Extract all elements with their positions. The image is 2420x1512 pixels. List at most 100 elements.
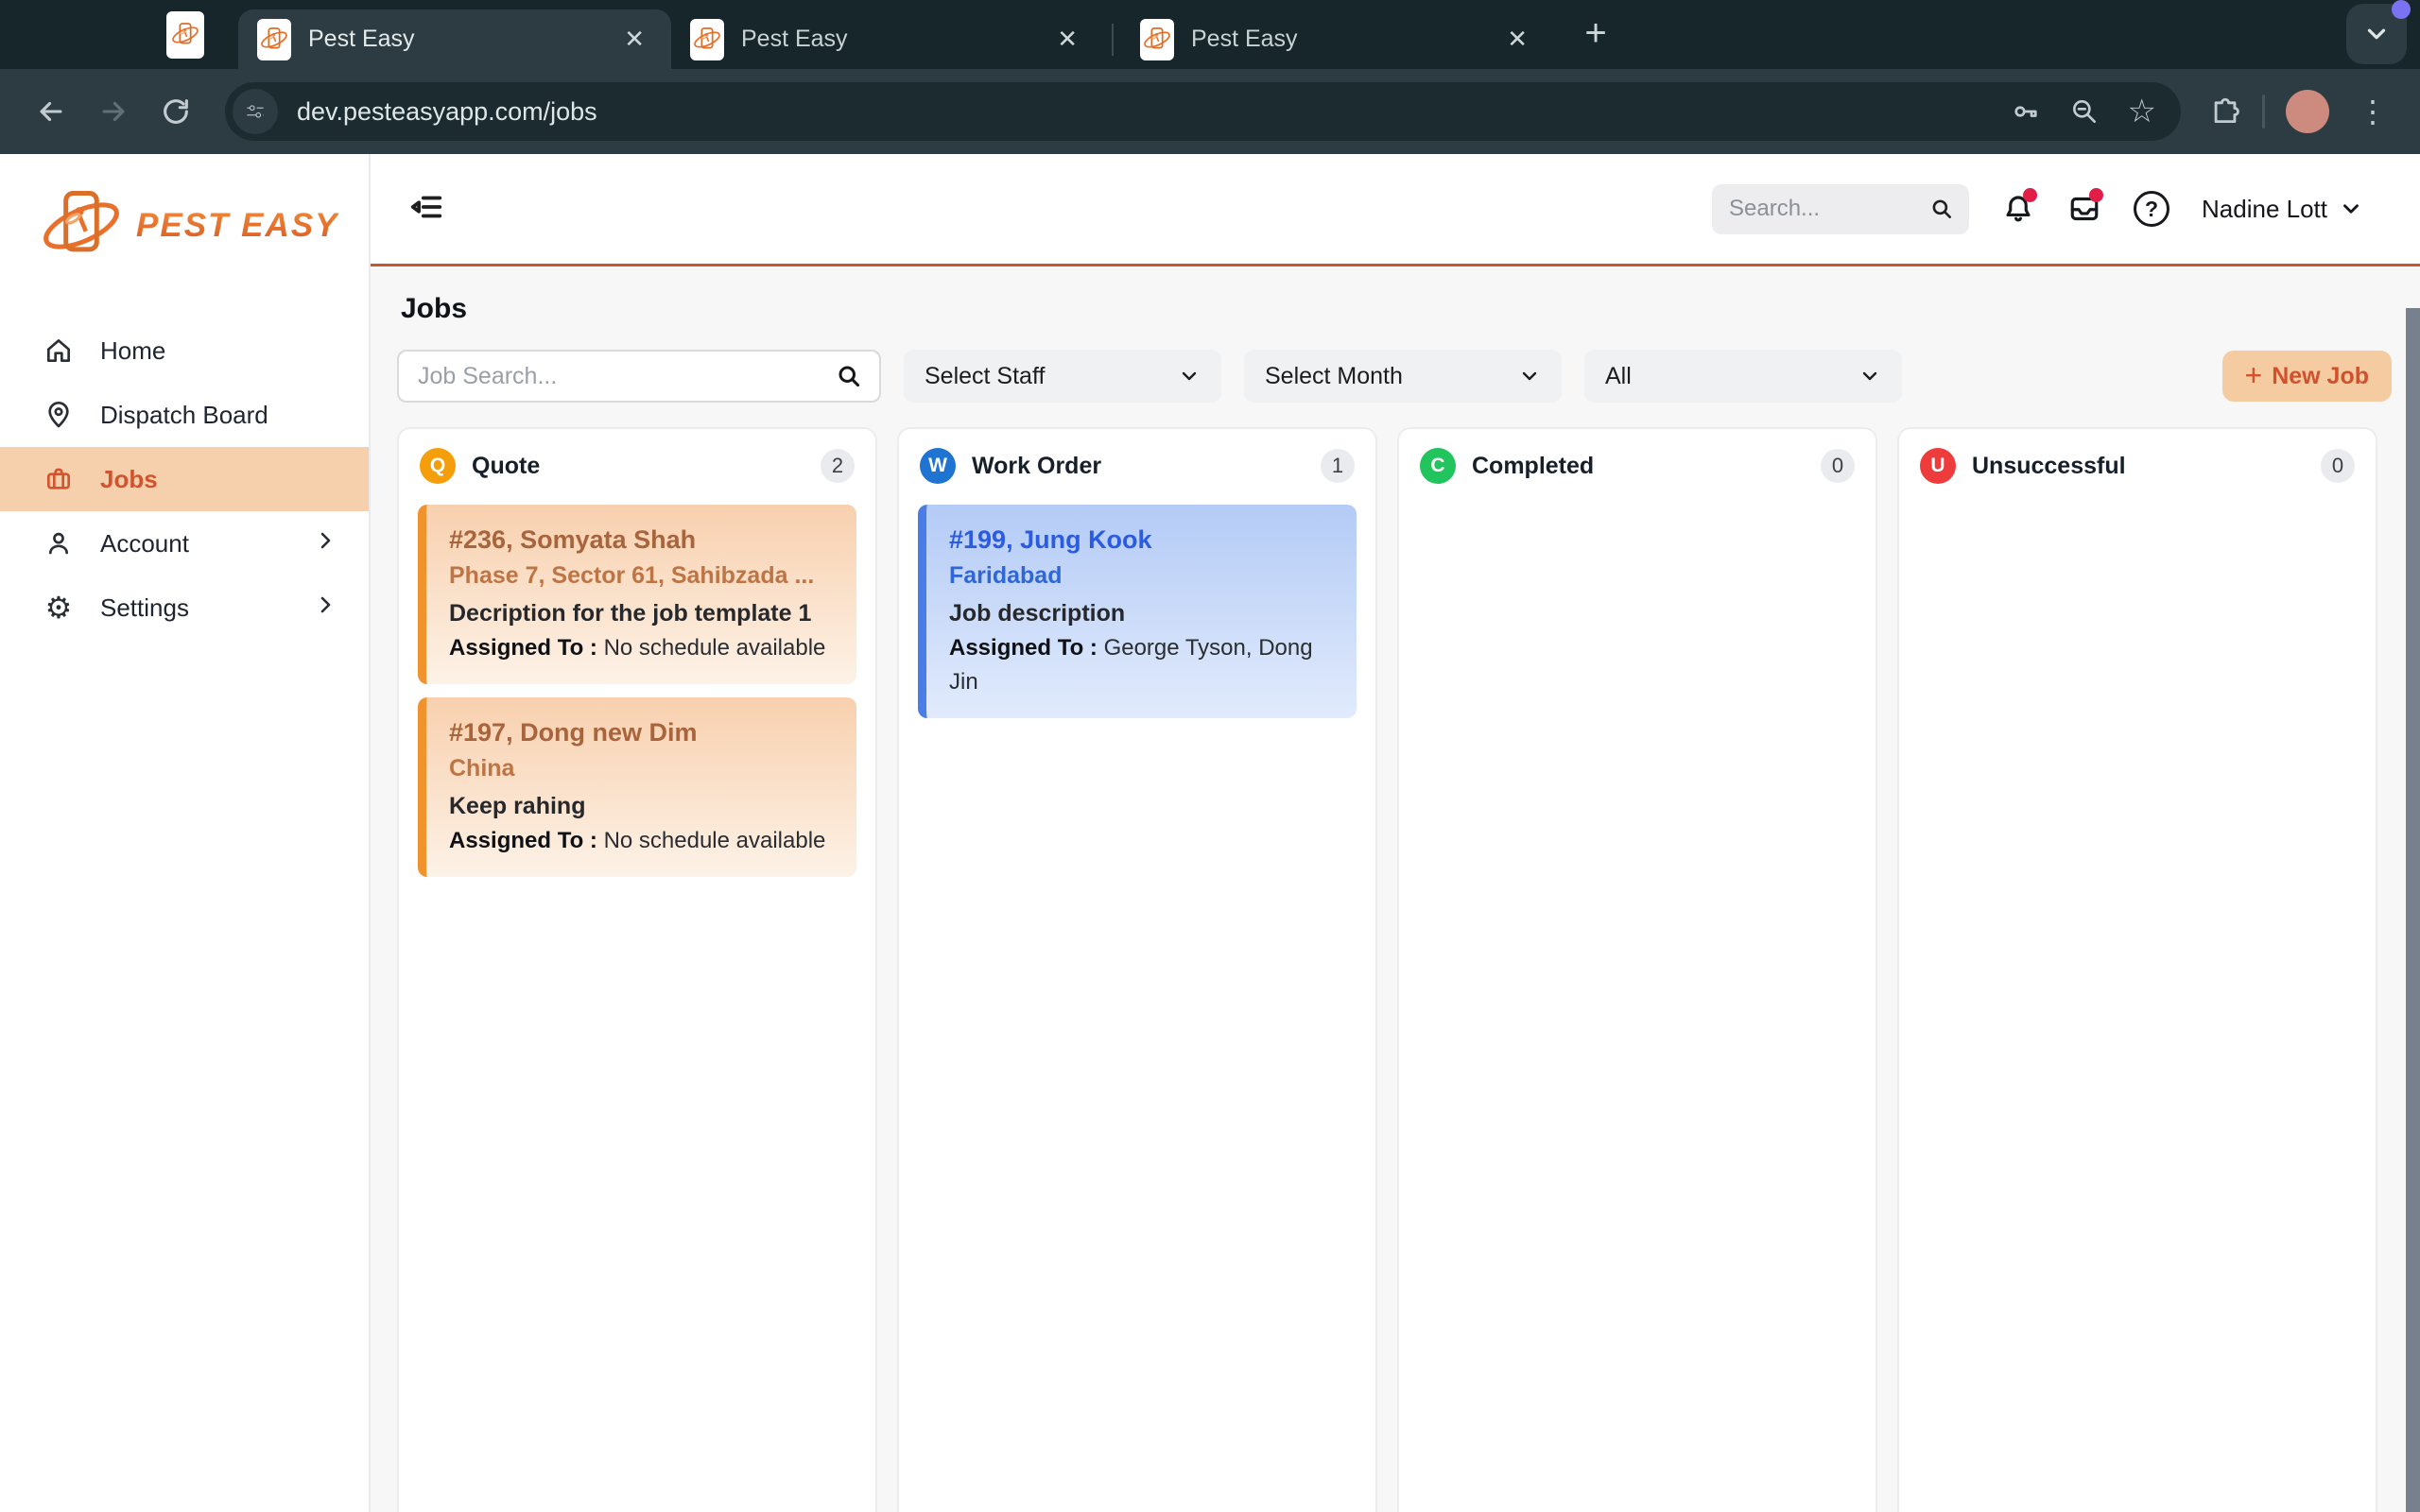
chevron-down-icon [1518, 365, 1541, 387]
pinned-tab[interactable] [166, 11, 204, 59]
search-icon[interactable] [836, 363, 862, 389]
chevron-down-icon [2362, 20, 2391, 48]
close-tab-icon[interactable]: ✕ [618, 25, 650, 54]
column-cards [1399, 499, 1876, 524]
zoom-out-icon[interactable] [2069, 96, 2100, 127]
work-order-badge-icon: W [920, 448, 956, 484]
kanban-column-quote: Q Quote 2 #236, Somyata Shah Phase 7, Se… [397, 427, 877, 1512]
home-icon [43, 335, 74, 366]
reload-button[interactable] [149, 85, 202, 138]
browser-toolbar: dev.pesteasyapp.com/jobs ☆ ⋮ [0, 69, 2420, 154]
browser-window: Pest Easy ✕ Pest Easy ✕ Pest Easy ✕ + [0, 0, 2420, 1512]
new-job-label: New Job [2272, 363, 2369, 390]
job-card-location: China [449, 750, 836, 786]
extensions-puzzle-icon[interactable] [2209, 95, 2241, 128]
job-card-description: Job description [949, 595, 1336, 631]
column-title: Work Order [972, 453, 1101, 480]
assigned-value: No schedule available [604, 635, 826, 661]
help-button[interactable]: ? [2134, 191, 2169, 227]
global-search[interactable] [1712, 184, 1969, 234]
reload-icon [160, 95, 192, 128]
page-scrollbar[interactable] [2406, 308, 2420, 1512]
sidebar-item-dispatch-board[interactable]: Dispatch Board [0, 383, 369, 447]
column-header: W Work Order 1 [899, 429, 1375, 499]
assigned-label: Assigned To : [949, 635, 1098, 661]
url-text[interactable]: dev.pesteasyapp.com/jobs [297, 97, 2003, 127]
tab-pest-easy-3[interactable]: Pest Easy ✕ [1121, 9, 1554, 69]
kanban-column-unsuccessful: U Unsuccessful 0 [1897, 427, 2377, 1512]
column-count-badge: 1 [1321, 449, 1355, 483]
tab-title: Pest Easy [308, 26, 601, 53]
sidebar-item-account[interactable]: Account [0, 511, 369, 576]
select-staff-dropdown[interactable]: Select Staff [904, 350, 1221, 403]
job-card-location: Phase 7, Sector 61, Sahibzada ... [449, 558, 836, 593]
tab-pest-easy-1[interactable]: Pest Easy ✕ [238, 9, 671, 69]
address-bar[interactable]: dev.pesteasyapp.com/jobs ☆ [225, 82, 2181, 141]
scrollbar-thumb[interactable] [2406, 308, 2420, 1512]
brand-name: PEST EASY [136, 207, 338, 245]
tune-icon [243, 99, 268, 124]
arrow-left-icon [35, 95, 67, 128]
plus-icon: + [2245, 360, 2263, 390]
job-search-input[interactable] [418, 363, 836, 390]
search-icon[interactable] [1929, 197, 1954, 221]
job-card-236[interactable]: #236, Somyata Shah Phase 7, Sector 61, S… [418, 505, 856, 684]
bookmark-star-icon[interactable]: ☆ [2128, 95, 2156, 128]
column-count-badge: 0 [2321, 449, 2355, 483]
brand-logo[interactable]: PEST EASY [0, 154, 369, 294]
pest-easy-favicon-icon [259, 21, 289, 59]
collapse-sidebar-button[interactable] [408, 189, 444, 230]
sidebar-item-label: Jobs [100, 465, 158, 494]
tab-search-button[interactable] [2346, 4, 2407, 64]
password-key-icon[interactable] [2011, 96, 2041, 127]
global-search-input[interactable] [1729, 196, 1929, 222]
column-count-badge: 2 [821, 449, 855, 483]
kanban-column-work-order: W Work Order 1 #199, Jung Kook Faridabad… [897, 427, 1377, 1512]
chevron-right-icon [314, 593, 337, 623]
close-tab-icon[interactable]: ✕ [1051, 25, 1083, 54]
job-search[interactable] [397, 350, 881, 403]
tab-favicon [690, 19, 724, 60]
job-card-197[interactable]: #197, Dong new Dim China Keep rahing Ass… [418, 697, 856, 877]
indent-decrease-icon [408, 189, 444, 225]
pest-easy-favicon-icon [170, 16, 200, 54]
forward-button[interactable] [87, 85, 140, 138]
notifications-button[interactable] [2001, 192, 2035, 226]
close-tab-icon[interactable]: ✕ [1501, 25, 1533, 54]
tab-pest-easy-2[interactable]: Pest Easy ✕ [671, 9, 1104, 69]
map-pin-icon [43, 400, 74, 430]
arrow-right-icon [97, 95, 130, 128]
update-available-dot [2392, 0, 2411, 19]
sidebar-nav: Home Dispatch Board Jobs Account ⚙ [0, 318, 369, 640]
profile-avatar[interactable] [2286, 90, 2329, 133]
job-card-assigned: Assigned To : George Tyson, Dong Jin [949, 631, 1336, 699]
tab-favicon [1140, 19, 1174, 60]
chevron-down-icon [1178, 365, 1201, 387]
column-cards: #199, Jung Kook Faridabad Job descriptio… [899, 499, 1375, 737]
browser-menu-icon[interactable]: ⋮ [2350, 94, 2395, 129]
back-button[interactable] [25, 85, 78, 138]
inbox-button[interactable] [2067, 192, 2101, 226]
sidebar-item-label: Account [100, 529, 189, 558]
new-tab-button[interactable]: + [1571, 9, 1620, 58]
sidebar: PEST EASY Home Dispatch Board Jobs Acco [0, 154, 371, 1512]
column-header: C Completed 0 [1399, 429, 1876, 499]
status-filter-dropdown[interactable]: All [1584, 350, 1902, 403]
select-month-dropdown[interactable]: Select Month [1244, 350, 1562, 403]
sidebar-item-home[interactable]: Home [0, 318, 369, 383]
main-area: ? Nadine Lott Jobs Select Staff [371, 154, 2420, 1512]
user-menu[interactable]: Nadine Lott [2202, 195, 2363, 224]
sidebar-item-jobs[interactable]: Jobs [0, 447, 369, 511]
column-header: Q Quote 2 [399, 429, 875, 499]
column-title: Unsuccessful [1972, 453, 2126, 480]
toolbar-divider [2262, 94, 2265, 129]
sidebar-item-settings[interactable]: ⚙ Settings [0, 576, 369, 640]
site-settings-button[interactable] [233, 89, 278, 134]
assigned-label: Assigned To : [449, 635, 597, 661]
column-title: Completed [1472, 453, 1594, 480]
kanban-column-completed: C Completed 0 [1397, 427, 1877, 1512]
new-job-button[interactable]: + New Job [2222, 351, 2392, 402]
pest-easy-logo-icon [36, 182, 127, 269]
job-card-199[interactable]: #199, Jung Kook Faridabad Job descriptio… [918, 505, 1357, 718]
app-viewport: PEST EASY Home Dispatch Board Jobs Acco [0, 154, 2420, 1512]
